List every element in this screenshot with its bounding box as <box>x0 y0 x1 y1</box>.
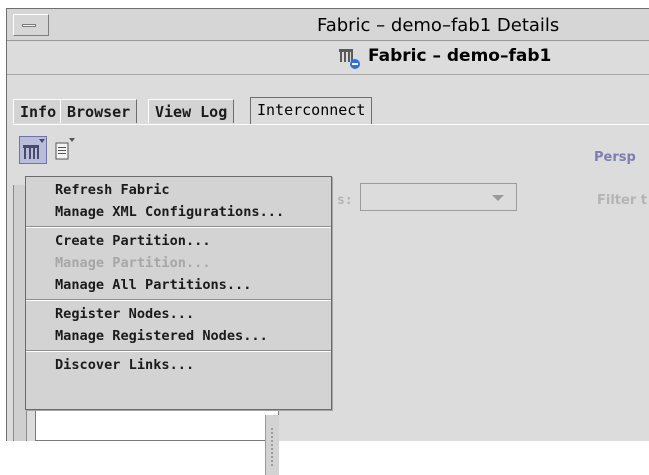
menu-section: Register Nodes... Manage Registered Node… <box>26 300 331 351</box>
tab-browser[interactable]: Browser <box>60 99 138 123</box>
menu-item-manage-partition: Manage Partition... <box>55 255 211 271</box>
menu-item-refresh-fabric[interactable]: Refresh Fabric <box>26 179 331 201</box>
fabric-icon <box>339 49 360 69</box>
window-menu-button[interactable] <box>13 14 49 36</box>
menu-section: Refresh Fabric Manage XML Configurations… <box>26 177 331 227</box>
panel-splitter[interactable] <box>265 415 279 475</box>
fabric-title: Fabric – demo–fab1 <box>368 46 552 66</box>
menu-section: Create Partition... Manage Partition... … <box>26 227 331 300</box>
menu-section: Discover Links... <box>26 351 331 379</box>
filter-label: Filter t <box>597 193 647 208</box>
document-menu-button[interactable] <box>51 136 79 164</box>
filter-partial-label: s: <box>337 193 353 208</box>
tab-panel-divider <box>13 124 649 125</box>
perspective-label: Persp <box>594 150 636 165</box>
tab-interconnect[interactable]: Interconnect <box>250 97 373 125</box>
fabric-dropdown-menu: Refresh Fabric Manage XML Configurations… <box>25 176 332 410</box>
chevron-down-icon <box>492 195 504 201</box>
menu-item-discover-links[interactable]: Discover Links... <box>26 354 331 376</box>
menu-item-manage-all-partitions[interactable]: Manage All Partitions... <box>26 274 331 296</box>
fabric-menu-button[interactable] <box>19 136 47 164</box>
tab-info[interactable]: Info <box>13 99 64 123</box>
window-titlebar[interactable]: Fabric – demo–fab1 Details <box>7 9 649 41</box>
document-menu-icon <box>55 138 75 160</box>
filter-select[interactable] <box>360 183 517 211</box>
menu-item-manage-registered-nodes[interactable]: Manage Registered Nodes... <box>26 325 331 347</box>
window-menu-icon <box>22 24 36 27</box>
menu-item-create-partition[interactable]: Create Partition... <box>26 230 331 252</box>
menu-item-register-nodes[interactable]: Register Nodes... <box>26 303 331 325</box>
splitter-grip-icon <box>270 427 274 467</box>
tab-view-log[interactable]: View Log <box>148 99 235 123</box>
window-title: Fabric – demo–fab1 Details <box>317 15 560 36</box>
menu-item-manage-xml-configurations[interactable]: Manage XML Configurations... <box>26 201 331 223</box>
fabric-menu-icon <box>23 139 45 159</box>
header-panel: Fabric – demo–fab1 <box>7 41 649 75</box>
